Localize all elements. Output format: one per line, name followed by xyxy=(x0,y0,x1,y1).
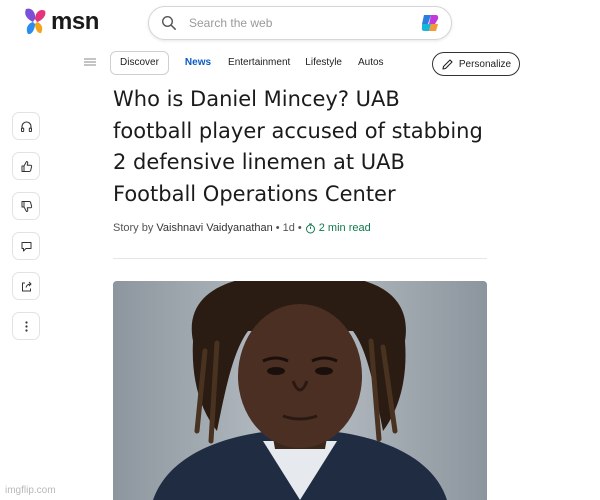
more-icon xyxy=(24,320,28,332)
search-input[interactable]: Search the web xyxy=(189,16,419,30)
byline-separator: • xyxy=(275,222,280,234)
edit-icon xyxy=(442,58,453,70)
comment-button[interactable] xyxy=(12,232,40,260)
personalize-button[interactable]: Personalize xyxy=(432,52,520,76)
title-line: Who is Daniel Mincey? UAB xyxy=(113,87,400,111)
watermark: imgflip.com xyxy=(5,485,56,496)
tab-autos[interactable]: Autos xyxy=(358,51,384,75)
author-link[interactable]: Vaishnavi Vaidyanathan xyxy=(156,222,272,234)
more-options-button[interactable] xyxy=(12,312,40,340)
tab-news[interactable]: News xyxy=(185,51,211,75)
thumbs-up-icon xyxy=(21,160,32,172)
article-photo[interactable] xyxy=(113,281,487,500)
dislike-button[interactable] xyxy=(12,192,40,220)
menu-icon[interactable] xyxy=(84,57,96,67)
msn-butterfly-icon xyxy=(25,8,46,35)
title-line: 2 defensive linemen at UAB xyxy=(113,150,405,174)
copilot-icon[interactable] xyxy=(419,12,441,34)
timer-icon xyxy=(305,223,315,233)
title-line: Football Operations Center xyxy=(113,181,396,206)
byline-prefix: Story by xyxy=(113,222,154,234)
article-title: Who is Daniel Mincey? UAB football playe… xyxy=(113,84,503,210)
search-bar[interactable]: Search the web xyxy=(148,6,452,40)
search-icon xyxy=(161,15,176,30)
logo-text: msn xyxy=(51,8,99,35)
read-time: 2 min read xyxy=(318,222,371,234)
tab-discover[interactable]: Discover xyxy=(110,51,169,75)
tab-lifestyle[interactable]: Lifestyle xyxy=(305,51,342,75)
divider xyxy=(113,258,487,259)
share-button[interactable] xyxy=(12,272,40,300)
publish-age: 1d xyxy=(282,222,295,234)
title-line: football player accused of stabbing xyxy=(113,118,483,143)
thumbs-down-icon xyxy=(21,200,32,212)
like-button[interactable] xyxy=(12,152,40,180)
byline-separator: • xyxy=(297,222,302,234)
share-icon xyxy=(21,281,31,291)
tab-entertainment[interactable]: Entertainment xyxy=(228,51,290,75)
portrait-image xyxy=(113,281,487,500)
msn-logo[interactable]: msn xyxy=(22,4,99,40)
headphones-icon xyxy=(20,120,32,132)
byline: Story by Vaishnavi Vaidyanathan • 1d • 2… xyxy=(113,220,371,236)
personalize-label: Personalize xyxy=(458,58,512,70)
comment-icon xyxy=(21,241,31,251)
nav-tabs: Discover News Entertainment Lifestyle Au… xyxy=(110,51,384,75)
listen-button[interactable] xyxy=(12,112,40,140)
